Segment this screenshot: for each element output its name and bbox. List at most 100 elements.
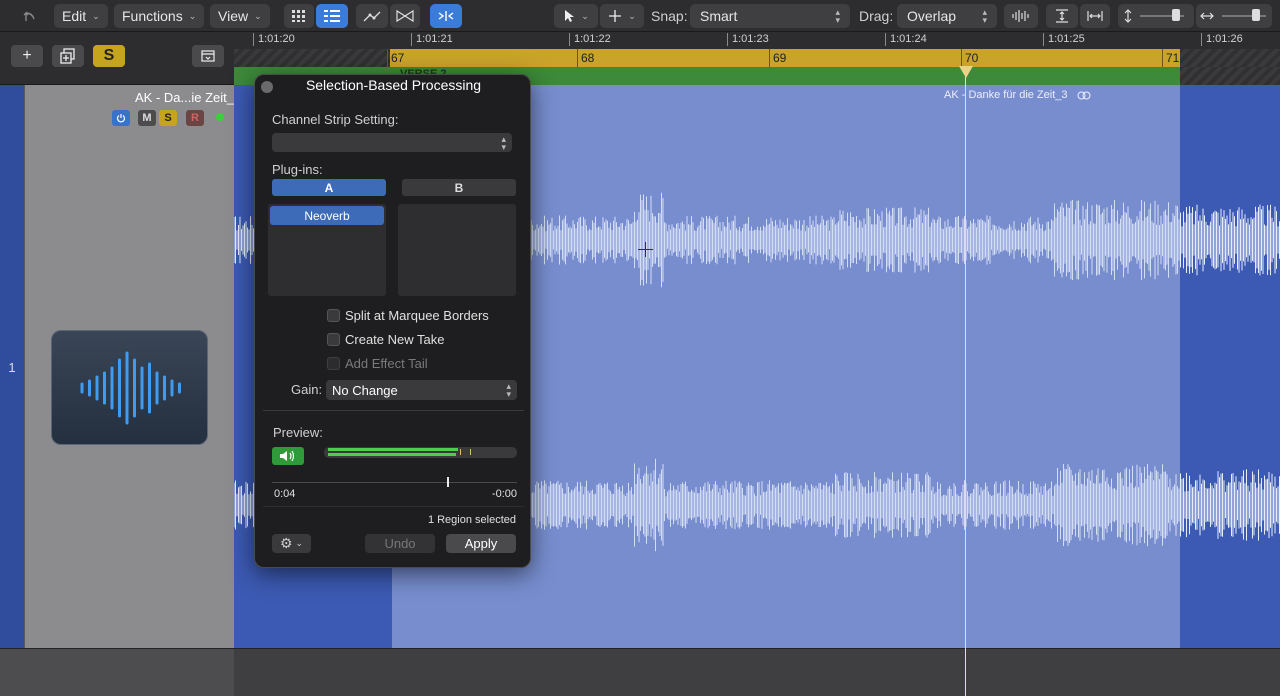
split-marquee-label: Split at Marquee Borders xyxy=(345,308,489,323)
track-record-button[interactable]: R xyxy=(186,110,204,126)
grid-view-button[interactable] xyxy=(284,4,314,28)
chevron-down-icon: ⌄ xyxy=(92,10,100,21)
create-new-take-checkbox[interactable] xyxy=(327,333,340,346)
preview-time-elapsed: 0:04 xyxy=(274,488,296,500)
track-mute-button[interactable]: M xyxy=(138,110,156,126)
loop-icon xyxy=(1077,91,1091,100)
catch-button[interactable] xyxy=(430,4,462,28)
plugin-slots-b[interactable] xyxy=(398,204,516,296)
playhead[interactable] xyxy=(965,66,966,696)
back-arrow-icon[interactable] xyxy=(18,4,40,28)
ruler-time-tick: 1:01:21 xyxy=(411,33,453,46)
divider xyxy=(263,506,524,507)
chevron-down-icon: ⌄ xyxy=(581,10,589,21)
vertical-fit-button[interactable] xyxy=(1046,4,1078,28)
tab-a[interactable]: A xyxy=(272,179,386,196)
split-marquee-checkbox[interactable] xyxy=(327,309,340,322)
horizontal-arrows-icon xyxy=(1200,12,1214,20)
ruler-bar-number: 69 xyxy=(769,49,786,67)
plugin-slot-neoverb[interactable]: Neoverb xyxy=(270,206,384,225)
secondary-tool-menu[interactable]: ⌄ xyxy=(600,4,644,28)
crosshair-icon xyxy=(609,10,622,22)
list-icon xyxy=(324,10,340,22)
functions-menu[interactable]: Functions ⌄ xyxy=(114,4,205,28)
track-solo-button[interactable]: S xyxy=(159,110,177,126)
window-icon xyxy=(201,50,215,62)
horizontal-zoom-slider[interactable] xyxy=(1196,4,1272,28)
pointer-tool-menu[interactable]: ⌄ xyxy=(554,4,598,28)
slider-thumb[interactable] xyxy=(1252,9,1260,21)
ruler-time-tick: 1:01:25 xyxy=(1043,33,1085,46)
ruler-bar-number: 70 xyxy=(961,49,978,67)
apply-button[interactable]: Apply xyxy=(446,534,516,553)
chevron-down-icon: ⌄ xyxy=(295,538,304,548)
preview-scrub-handle[interactable] xyxy=(447,477,449,487)
updown-arrows-icon: ▴ ▾ xyxy=(982,7,987,25)
channel-strip-label: Channel Strip Setting: xyxy=(272,112,399,127)
track-name[interactable]: AK - Da...ie Zeit_3 xyxy=(135,90,241,105)
waveform-zoom-button[interactable] xyxy=(1004,4,1038,28)
slider-thumb[interactable] xyxy=(1172,9,1180,21)
tab-b[interactable]: B xyxy=(402,179,516,196)
preview-scrub-track[interactable] xyxy=(272,482,517,483)
track-number-strip[interactable]: 1 xyxy=(0,85,24,648)
meter-peak-left xyxy=(460,449,461,455)
preview-time-remaining: -0:00 xyxy=(491,488,517,500)
flex-button[interactable] xyxy=(390,4,420,28)
collapse-button[interactable] xyxy=(192,45,224,67)
automation-icon xyxy=(363,11,381,22)
tracks-header-toolbar: + S xyxy=(0,32,234,85)
time-ruler[interactable]: 1:01:20 1:01:21 1:01:22 1:01:23 1:01:24 … xyxy=(234,32,1280,48)
track-header[interactable]: AK - Da...ie Zeit_3 M S R xyxy=(24,85,241,648)
empty-arrange-area xyxy=(234,648,1280,696)
drag-select[interactable]: Overlap ▴ ▾ xyxy=(897,4,997,28)
ruler-time-tick: 1:01:23 xyxy=(727,33,769,46)
create-new-take-label: Create New Take xyxy=(345,332,445,347)
gain-select[interactable]: No Change ▴ ▾ xyxy=(326,380,517,400)
waveform-icon xyxy=(80,351,181,424)
preview-label: Preview: xyxy=(273,425,323,440)
selection-status: 1 Region selected xyxy=(427,514,516,526)
duplicate-track-button[interactable] xyxy=(52,45,84,67)
plugin-slots-a[interactable]: Neoverb xyxy=(268,204,386,296)
playhead-handle[interactable] xyxy=(959,66,973,78)
ruler-bar-number: 71 xyxy=(1162,49,1179,67)
add-effect-tail-label: Add Effect Tail xyxy=(345,356,428,371)
list-view-button[interactable] xyxy=(316,4,348,28)
add-track-button[interactable]: + xyxy=(11,45,43,67)
automation-button[interactable] xyxy=(356,4,388,28)
selection-based-processing-dialog: Selection-Based Processing Channel Strip… xyxy=(254,74,531,568)
snap-select[interactable]: Smart ▴ ▾ xyxy=(690,4,850,28)
undo-button: Undo xyxy=(365,534,435,553)
channel-strip-select[interactable]: ▴ ▾ xyxy=(272,133,512,152)
track-power-button[interactable] xyxy=(112,110,130,126)
edit-menu[interactable]: Edit ⌄ xyxy=(54,4,108,28)
chevron-down-icon: ⌄ xyxy=(628,10,636,21)
horizontal-fit-button[interactable] xyxy=(1080,4,1110,28)
add-effect-tail-checkbox xyxy=(327,357,340,370)
global-solo-button[interactable]: S xyxy=(93,45,125,67)
preview-level-meter xyxy=(324,447,517,458)
chevron-down-icon: ⌄ xyxy=(254,10,262,21)
settings-menu-button[interactable]: ⚙ ⌄ xyxy=(272,534,311,553)
power-icon xyxy=(116,114,126,123)
ruler-bar-number: 68 xyxy=(577,49,594,67)
vertical-arrows-icon xyxy=(1124,9,1132,23)
divider xyxy=(263,410,524,411)
meter-left-channel xyxy=(328,448,458,451)
pointer-icon xyxy=(565,10,575,22)
updown-arrows-icon: ▴ ▾ xyxy=(506,381,511,399)
view-menu[interactable]: View ⌄ xyxy=(210,4,270,28)
audio-track-icon[interactable] xyxy=(51,330,208,445)
updown-arrows-icon: ▴ ▾ xyxy=(501,133,506,152)
plus-icon: + xyxy=(22,47,32,64)
flex-icon xyxy=(396,9,414,23)
duplicate-icon xyxy=(60,48,75,64)
crosshair-cursor-icon xyxy=(638,242,653,257)
track-number: 1 xyxy=(8,360,16,375)
gain-label: Gain: xyxy=(291,382,323,397)
meter-peak-right xyxy=(470,449,471,455)
preview-play-button[interactable] xyxy=(272,447,304,465)
vertical-zoom-slider[interactable] xyxy=(1118,4,1194,28)
meter-right-channel xyxy=(328,453,456,456)
